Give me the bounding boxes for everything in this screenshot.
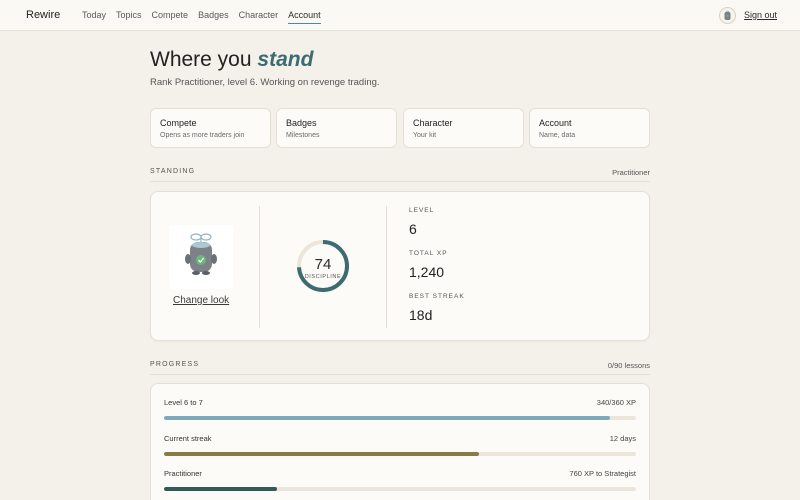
progress-bar-level [164, 416, 636, 420]
progress-row-value: 12 days [609, 434, 636, 443]
progress-row-value: 760 XP to Strategist [569, 469, 636, 478]
sign-out-link[interactable]: Sign out [744, 10, 777, 20]
nav-item-account[interactable]: Account [288, 10, 321, 24]
progress-fill [164, 452, 479, 456]
progress-row-label: Level 6 to 7 [164, 398, 203, 407]
standing-rank: Practitioner [612, 168, 650, 177]
panel-divider [259, 206, 260, 328]
top-nav-bar: Rewire Today Topics Compete Badges Chara… [0, 0, 800, 31]
card-badges[interactable]: Badges Milestones [276, 108, 397, 148]
progress-panel: Level 6 to 7 340/360 XP Current streak 1… [150, 383, 650, 500]
stat-label-level: LEVEL [409, 207, 435, 214]
card-account[interactable]: Account Name, data [529, 108, 650, 148]
card-title: Character [413, 118, 453, 128]
progress-row-label: Practitioner [164, 469, 202, 478]
card-title: Compete [160, 118, 197, 128]
standing-section-label: STANDING [150, 168, 196, 175]
stat-label-total-xp: TOTAL XP [409, 250, 448, 257]
nav-item-badges[interactable]: Badges [198, 10, 229, 24]
stat-value-total-xp: 1,240 [409, 264, 445, 280]
page-subtitle: Rank Practitioner, level 6. Working on r… [150, 77, 380, 88]
page-title: Where you stand [150, 48, 313, 72]
brand-logo[interactable]: Rewire [26, 9, 60, 21]
progress-section-label: PROGRESS [150, 361, 200, 368]
card-title: Account [539, 118, 572, 128]
section-divider [150, 181, 650, 182]
progress-row-label: Current streak [164, 434, 212, 443]
standing-panel: Change look 74 DISCIPLINE LEVEL 6 TOTAL … [150, 191, 650, 341]
discipline-value: 74 [315, 256, 332, 273]
panel-divider [386, 206, 387, 328]
nav-item-character[interactable]: Character [239, 10, 279, 24]
page-title-text: Where you [150, 48, 252, 71]
avatar[interactable] [719, 7, 736, 24]
card-desc: Your kit [413, 132, 437, 139]
card-desc: Opens as more traders join [160, 132, 245, 139]
progress-bar-rank [164, 487, 636, 491]
card-compete[interactable]: Compete Opens as more traders join [150, 108, 271, 148]
main-nav: Today Topics Compete Badges Character Ac… [82, 10, 331, 24]
nav-item-topics[interactable]: Topics [116, 10, 142, 24]
character-preview [169, 225, 233, 289]
discipline-label: DISCIPLINE [305, 274, 342, 280]
stat-value-level: 6 [409, 221, 417, 237]
change-look-link[interactable]: Change look [173, 295, 229, 306]
card-title: Badges [286, 118, 317, 128]
progress-fill [164, 487, 278, 491]
progress-fill [164, 416, 610, 420]
stat-value-best-streak: 18d [409, 307, 433, 323]
discipline-ring: 74 DISCIPLINE [297, 240, 349, 292]
character-avatar-icon [724, 10, 731, 20]
card-desc: Name, data [539, 132, 576, 139]
section-divider [150, 374, 650, 375]
page-title-accent: stand [257, 48, 314, 71]
card-desc: Milestones [286, 132, 320, 139]
character-icon [185, 233, 217, 275]
stat-label-best-streak: BEST STREAK [409, 293, 465, 300]
nav-item-today[interactable]: Today [82, 10, 106, 24]
card-character[interactable]: Character Your kit [403, 108, 524, 148]
progress-bar-streak [164, 452, 636, 456]
progress-row-value: 340/360 XP [596, 398, 636, 407]
nav-item-compete[interactable]: Compete [152, 10, 189, 24]
lessons-count: 0/90 lessons [607, 361, 650, 370]
